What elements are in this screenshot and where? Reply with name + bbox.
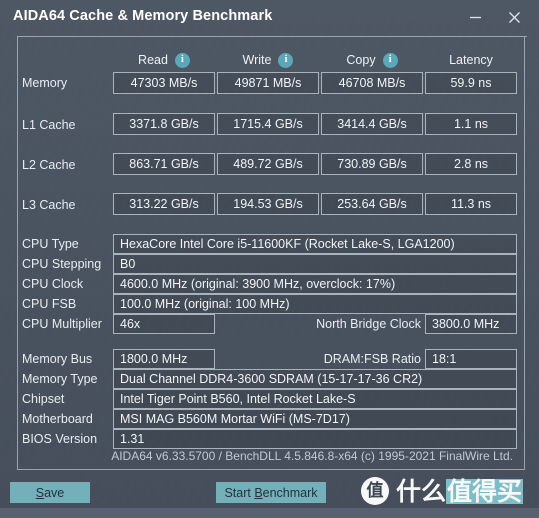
value-bios-version: 1.31 (113, 429, 517, 449)
cell-l1-write: 1715.4 GB/s (217, 113, 319, 135)
cell-memory-read: 47303 MB/s (113, 72, 215, 94)
value-cpu-multiplier: 46x (113, 314, 215, 334)
cell-l2-write: 489.72 GB/s (217, 153, 319, 175)
value-dram-fsb-ratio: 18:1 (425, 349, 517, 369)
cell-memory-latency: 59.9 ns (425, 72, 517, 94)
column-header-latency: Latency (425, 51, 517, 69)
value-cpu-fsb: 100.0 MHz (original: 100 MHz) (113, 294, 517, 314)
cell-l3-copy: 253.64 GB/s (321, 193, 423, 215)
bottom-strip (0, 508, 539, 518)
smzdm-watermark-text: 什么 值得买 (396, 476, 524, 506)
start-benchmark-button-label: Start Benchmark (224, 485, 318, 500)
column-header-latency-label: Latency (449, 53, 493, 67)
value-motherboard: MSI MAG B560M Mortar WiFi (MS-7D17) (113, 409, 517, 429)
window-title: AIDA64 Cache & Memory Benchmark (13, 8, 273, 24)
label-cpu-stepping: CPU Stepping (22, 257, 102, 271)
cell-l2-copy: 730.89 GB/s (321, 153, 423, 175)
value-chipset: Intel Tiger Point B560, Intel Rocket Lak… (113, 389, 517, 409)
cell-l3-latency: 11.3 ns (425, 193, 517, 215)
label-cpu-multiplier: CPU Multiplier (22, 317, 102, 331)
column-header-read-label: Read (138, 53, 168, 67)
column-header-write: Write i (217, 51, 319, 69)
aida64-benchmark-window: AIDA64 Cache & Memory Benchmark Read i W… (0, 0, 539, 518)
column-header-read: Read i (113, 51, 215, 69)
row-label-memory: Memory (22, 76, 68, 90)
cell-l1-read: 3371.8 GB/s (113, 113, 215, 135)
column-header-write-label: Write (242, 53, 272, 67)
info-icon-write[interactable]: i (278, 52, 294, 68)
cell-memory-write: 49871 MB/s (217, 72, 319, 94)
label-chipset: Chipset (22, 392, 65, 406)
row-label-l1-cache: L1 Cache (22, 118, 76, 132)
label-motherboard: Motherboard (22, 412, 93, 426)
info-icon-copy[interactable]: i (382, 52, 398, 68)
value-cpu-clock: 4600.0 MHz (original: 3900 MHz, overcloc… (113, 274, 517, 294)
title-bar: AIDA64 Cache & Memory Benchmark (0, 0, 539, 36)
label-cpu-clock: CPU Clock (22, 277, 84, 291)
cell-l2-latency: 2.8 ns (425, 153, 517, 175)
value-cpu-type: HexaCore Intel Core i5-11600KF (Rocket L… (113, 234, 517, 254)
info-icon-read[interactable]: i (174, 52, 190, 68)
row-label-l3-cache: L3 Cache (22, 198, 76, 212)
start-benchmark-button[interactable]: Start Benchmark (216, 482, 326, 503)
version-text: AIDA64 v6.33.5700 / BenchDLL 4.5.846.8-x… (111, 449, 513, 463)
watermark-text-plain: 什么 (396, 476, 447, 506)
label-memory-type: Memory Type (22, 372, 98, 386)
label-dram-fsb-ratio: DRAM:FSB Ratio (323, 352, 421, 366)
minimize-icon[interactable] (461, 4, 489, 30)
cell-memory-copy: 46708 MB/s (321, 72, 423, 94)
close-icon[interactable] (500, 4, 528, 30)
smzdm-watermark: 值 什么 值得买 (361, 476, 524, 506)
cell-l1-latency: 1.1 ns (425, 113, 517, 135)
save-button-label: Save (35, 485, 65, 500)
column-header-copy-label: Copy (346, 53, 376, 67)
value-memory-type: Dual Channel DDR4-3600 SDRAM (15-17-17-3… (113, 369, 517, 389)
row-label-l2-cache: L2 Cache (22, 158, 76, 172)
value-memory-bus: 1800.0 MHz (113, 349, 215, 369)
label-memory-bus: Memory Bus (22, 352, 93, 366)
watermark-text-highlight: 值得买 (446, 476, 524, 506)
label-north-bridge-clock: North Bridge Clock (316, 317, 421, 331)
cell-l3-read: 313.22 GB/s (113, 193, 215, 215)
label-cpu-type: CPU Type (22, 237, 79, 251)
value-north-bridge-clock: 3800.0 MHz (425, 314, 517, 334)
cell-l2-read: 863.71 GB/s (113, 153, 215, 175)
label-cpu-fsb: CPU FSB (22, 297, 77, 311)
column-header-copy: Copy i (321, 51, 423, 69)
save-button[interactable]: Save (10, 482, 90, 503)
value-cpu-stepping: B0 (113, 254, 517, 274)
cell-l1-copy: 3414.4 GB/s (321, 113, 423, 135)
smzdm-badge-icon: 值 (361, 477, 389, 505)
cell-l3-write: 194.53 GB/s (217, 193, 319, 215)
label-bios-version: BIOS Version (22, 432, 98, 446)
